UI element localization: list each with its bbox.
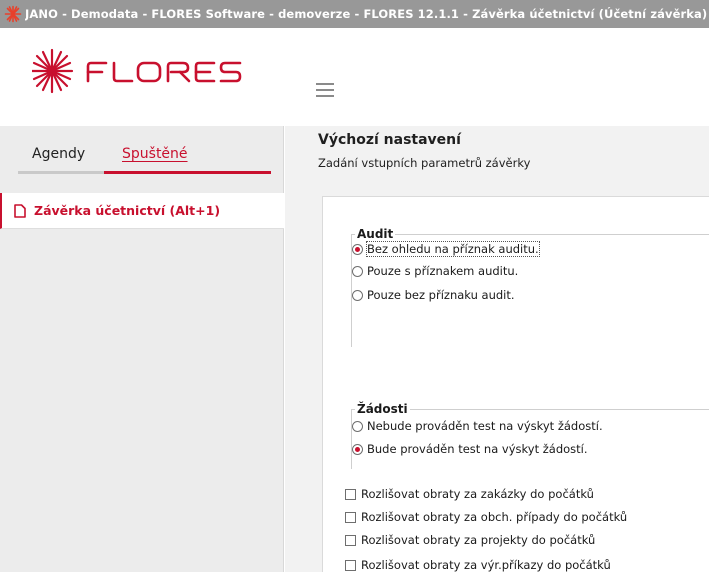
- option-label: Bude prováděn test na výskyt žádostí.: [367, 442, 588, 456]
- tab-agendy[interactable]: Agendy: [32, 146, 85, 162]
- window-title: JANO - Demodata - FLORES Software - demo…: [25, 7, 708, 21]
- main-content: Výchozí nastavení Zadání vstupních param…: [285, 126, 709, 572]
- zadosti-legend: Žádosti: [355, 402, 410, 416]
- audit-legend: Audit: [355, 227, 396, 241]
- checkbox[interactable]: [345, 559, 356, 571]
- radio-button[interactable]: [352, 289, 363, 301]
- hamburger-menu-icon[interactable]: [316, 83, 334, 97]
- audit-group: Audit Bez ohledu na příznak auditu. Pouz…: [351, 227, 709, 347]
- group-border: [351, 234, 709, 235]
- sidebar-item-label: Závěrka účetnictví (Alt+1): [34, 203, 221, 218]
- page-subtitle: Zadání vstupních parametrů závěrky: [318, 156, 531, 170]
- option-label: Pouze bez příznaku audit.: [367, 288, 515, 302]
- audit-option-ignore[interactable]: Bez ohledu na příznak auditu.: [352, 241, 540, 257]
- checkbox[interactable]: [345, 511, 356, 523]
- checkbox-projekty[interactable]: Rozlišovat obraty za projekty do počátků: [345, 533, 595, 547]
- checkbox-zakazky[interactable]: Rozlišovat obraty za zakázky do počátků: [345, 487, 594, 501]
- tab-underline: [18, 171, 271, 174]
- flores-app-icon: [4, 5, 22, 23]
- sidebar-item-zaverka-ucetnictvi[interactable]: Závěrka účetnictví (Alt+1): [0, 193, 284, 229]
- radio-button[interactable]: [352, 443, 363, 455]
- checkbox-label: Rozlišovat obraty za výr.příkazy do počá…: [361, 558, 611, 572]
- option-label: Nebude prováděn test na výskyt žádostí.: [367, 419, 603, 433]
- radio-button[interactable]: [352, 265, 363, 277]
- page-title: Výchozí nastavení: [318, 132, 461, 148]
- checkbox-label: Rozlišovat obraty za obch. případy do po…: [361, 510, 628, 524]
- radio-button[interactable]: [352, 420, 363, 432]
- window-titlebar: JANO - Demodata - FLORES Software - demo…: [0, 0, 709, 28]
- option-label: Bez ohledu na příznak auditu.: [366, 241, 540, 257]
- document-icon: [14, 203, 26, 218]
- checkbox[interactable]: [345, 534, 356, 546]
- tab-active-indicator: [104, 171, 271, 174]
- main-header: Výchozí nastavení Zadání vstupních param…: [285, 126, 709, 182]
- sidebar-tabs: Agendy Spuštěné: [0, 126, 283, 178]
- checkbox-label: Rozlišovat obraty za zakázky do počátků: [361, 487, 594, 501]
- zadosti-group: Žádosti Nebude prováděn test na výskyt ž…: [351, 402, 709, 469]
- checkbox[interactable]: [345, 488, 356, 500]
- zadosti-option-no-test[interactable]: Nebude prováděn test na výskyt žádostí.: [352, 419, 603, 433]
- audit-option-with-flag[interactable]: Pouze s příznakem auditu.: [352, 264, 518, 278]
- sidebar: Agendy Spuštěné Závěrka účetnictví (Alt+…: [0, 126, 284, 572]
- radio-button[interactable]: [352, 243, 363, 255]
- checkbox-vyr-prikazy[interactable]: Rozlišovat obraty za výr.příkazy do počá…: [345, 558, 611, 572]
- audit-option-without-flag[interactable]: Pouze bez příznaku audit.: [352, 288, 515, 302]
- checkbox-label: Rozlišovat obraty za projekty do počátků: [361, 533, 596, 547]
- flores-logo: [32, 48, 242, 94]
- flores-logo-icon: [32, 48, 242, 94]
- option-label: Pouze s příznakem auditu.: [367, 264, 519, 278]
- group-border-left: [351, 409, 352, 469]
- app-header: [0, 28, 709, 126]
- zadosti-option-test[interactable]: Bude prováděn test na výskyt žádostí.: [352, 442, 588, 456]
- tab-spustene[interactable]: Spuštěné: [122, 146, 188, 162]
- checkbox-obch-pripady[interactable]: Rozlišovat obraty za obch. případy do po…: [345, 510, 627, 524]
- parameters-panel: Audit Bez ohledu na příznak auditu. Pouz…: [322, 196, 709, 572]
